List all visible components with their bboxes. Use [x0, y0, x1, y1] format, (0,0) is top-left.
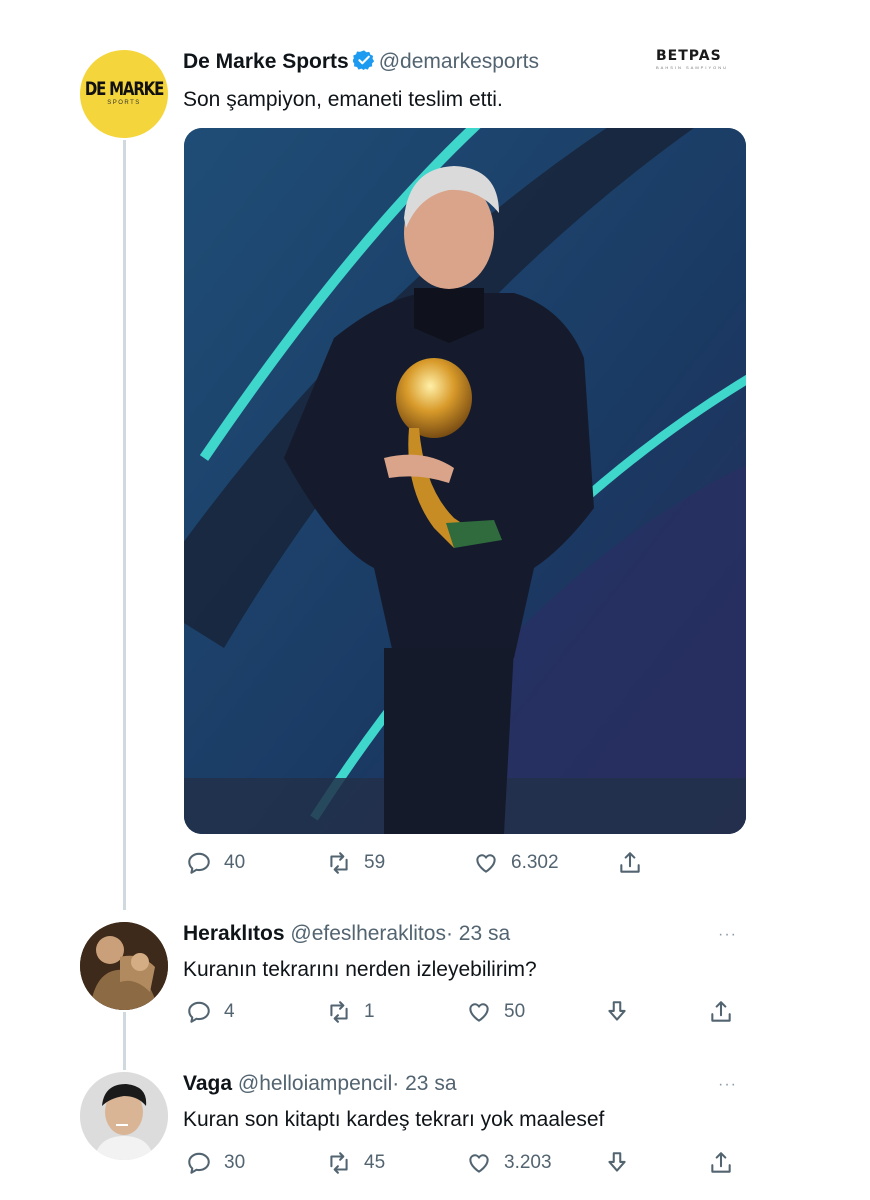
heart-icon: [469, 1003, 489, 1022]
retweet-button[interactable]: 1: [326, 999, 375, 1025]
reply-count: 4: [224, 1001, 235, 1022]
avatar[interactable]: [80, 922, 168, 1010]
heart-icon: [476, 854, 496, 873]
reply-text: Kuranın tekrarını nerden izleyebilirim?: [183, 958, 537, 981]
share-icon: [620, 852, 640, 873]
retweet-count: 59: [364, 852, 386, 873]
downvote-button[interactable]: [604, 1150, 630, 1176]
avatar[interactable]: [80, 1072, 168, 1160]
downvote-arrow-icon: [608, 1001, 626, 1021]
reply-icon: [188, 1001, 210, 1023]
reply-header: Vaga @helloiampencil· 23 sa: [183, 1070, 457, 1098]
reply-text: Kuran son kitaptı kardeş tekrarı yok maa…: [183, 1108, 605, 1131]
avatar-image: [80, 1072, 168, 1160]
downvote-button[interactable]: [604, 999, 630, 1025]
retweet-icon: [330, 1152, 348, 1174]
share-button[interactable]: [708, 1150, 734, 1176]
retweet-button[interactable]: 59: [326, 850, 385, 876]
author-handle[interactable]: @helloiampencil: [238, 1072, 392, 1095]
more-options-icon[interactable]: ···: [718, 926, 737, 944]
verified-badge-icon: [352, 50, 374, 71]
reply-button[interactable]: 30: [186, 1150, 245, 1176]
downvote-arrow-icon: [608, 1152, 626, 1172]
retweet-icon: [330, 852, 348, 874]
tweet-photo[interactable]: [184, 128, 746, 834]
tweet-header: De Marke Sports @demarkesports: [183, 48, 539, 76]
avatar-image: [80, 922, 168, 1010]
like-button[interactable]: 3.203: [466, 1150, 552, 1176]
reply-icon: [188, 852, 210, 874]
reply-count: 30: [224, 1152, 246, 1173]
retweet-button[interactable]: 45: [326, 1150, 385, 1176]
share-button[interactable]: [617, 850, 643, 876]
timestamp[interactable]: · 23 sa: [446, 922, 510, 945]
author-name[interactable]: De Marke Sports: [183, 50, 349, 73]
reply-button[interactable]: 4: [186, 999, 235, 1025]
like-button[interactable]: 6.302: [473, 850, 559, 876]
photo-image: [184, 128, 746, 834]
reply-icon: [188, 1152, 210, 1174]
heart-icon: [469, 1154, 489, 1173]
timestamp[interactable]: · 23 sa: [392, 1072, 456, 1095]
author-name[interactable]: Heraklıtos: [183, 922, 285, 945]
reply-button[interactable]: 40: [186, 850, 245, 876]
retweet-icon: [330, 1001, 348, 1023]
reply-count: 40: [224, 852, 246, 873]
like-button[interactable]: 50: [466, 999, 525, 1025]
like-count: 50: [504, 1001, 526, 1022]
retweet-count: 45: [364, 1152, 386, 1173]
avatar[interactable]: DE MARKE SPORTS: [80, 50, 168, 138]
author-handle[interactable]: @demarkesports: [379, 50, 539, 73]
like-count: 6.302: [511, 852, 559, 873]
share-icon: [711, 1001, 731, 1022]
retweet-count: 1: [364, 1001, 375, 1022]
more-options-icon[interactable]: ···: [718, 1076, 737, 1094]
author-handle[interactable]: @efeslheraklitos: [290, 922, 446, 945]
avatar-logo-text: DE MARKE: [84, 77, 164, 101]
share-icon: [711, 1152, 731, 1173]
brand-logo: BETPAS BAHSIN SAMPIYONU: [656, 48, 729, 70]
reply-header: Heraklıtos @efeslheraklitos· 23 sa: [183, 920, 510, 948]
thread-line: [123, 1012, 126, 1070]
thread-line: [123, 140, 126, 910]
author-name[interactable]: Vaga: [183, 1072, 232, 1095]
tweet-text: Son şampiyon, emaneti teslim etti.: [183, 88, 503, 111]
like-count: 3.203: [504, 1152, 552, 1173]
share-button[interactable]: [708, 999, 734, 1025]
